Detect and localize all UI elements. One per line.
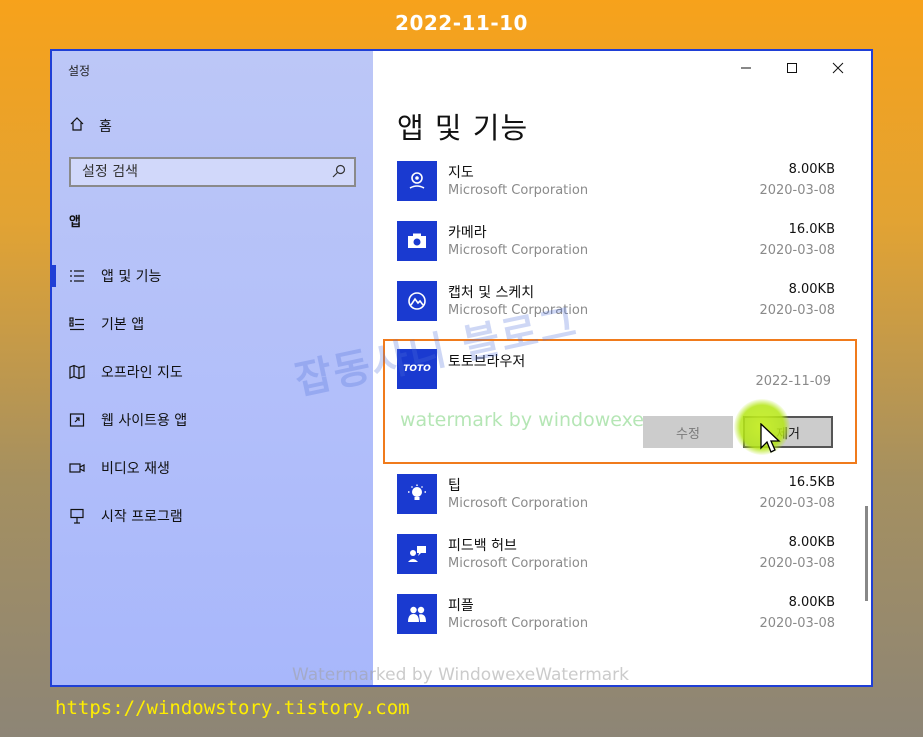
sidebar-item-video-playback[interactable]: 비디오 재생 [52, 444, 373, 492]
app-action-buttons: 수정 제거 [643, 416, 833, 448]
window-title: 설정 [68, 64, 91, 78]
close-icon [832, 62, 844, 74]
app-item-snip-sketch[interactable]: 캡처 및 스케치 Microsoft Corporation 8.00KB 20… [373, 275, 871, 335]
page-title: 앱 및 기능 [397, 111, 529, 145]
nav-home[interactable]: 홈 [69, 116, 112, 136]
mouse-pointer-icon [760, 423, 781, 453]
app-size: 16.0KB [788, 222, 835, 237]
app-date: 2020-03-08 [759, 496, 835, 511]
app-publisher: Microsoft Corporation [448, 496, 589, 511]
home-icon [69, 116, 85, 136]
search-icon[interactable] [332, 163, 346, 182]
camera-app-icon [397, 221, 437, 261]
app-size: 8.00KB [788, 162, 835, 177]
app-publisher: Microsoft Corporation [448, 556, 589, 571]
map-icon [69, 364, 85, 380]
feedback-hub-app-icon [397, 534, 437, 574]
nav-list: 앱 및 기능 기본 앱 오프라인 지도 웹 사이트용 앱 비디오 재생 시작 프… [52, 252, 373, 540]
startup-icon [69, 508, 85, 524]
app-size: 8.00KB [788, 535, 835, 550]
minimize-icon [741, 67, 751, 69]
toto-icon-text: TOTO [403, 364, 431, 374]
modify-button[interactable]: 수정 [643, 416, 733, 448]
sidebar-item-default-apps[interactable]: 기본 앱 [52, 300, 373, 348]
settings-window: 설정 홈 앱 앱 및 기능 [50, 49, 873, 687]
app-item-tips[interactable]: 팁 Microsoft Corporation 16.5KB 2020-03-0… [373, 468, 871, 528]
app-name: 카메라 [448, 225, 487, 241]
sidebar: 설정 홈 앱 앱 및 기능 [52, 51, 373, 685]
sidebar-item-label: 기본 앱 [101, 317, 145, 333]
maximize-icon [787, 63, 797, 73]
sidebar-item-label: 웹 사이트용 앱 [101, 413, 188, 429]
main-pane: 앱 및 기능 지도 Microsoft Corporation 8.00KB 2… [373, 51, 871, 685]
banner-date: 2022-11-10 [395, 11, 528, 35]
app-date: 2022-11-09 [755, 374, 831, 389]
sidebar-item-website-apps[interactable]: 웹 사이트용 앱 [52, 396, 373, 444]
app-date: 2020-03-08 [759, 616, 835, 631]
banner-url: https://windowstory.tistory.com [55, 697, 410, 719]
search-box[interactable] [69, 157, 356, 187]
toto-app-icon: TOTO [397, 349, 437, 389]
search-input[interactable] [82, 164, 312, 180]
close-button[interactable] [815, 59, 861, 77]
app-item-maps[interactable]: 지도 Microsoft Corporation 8.00KB 2020-03-… [373, 155, 871, 215]
app-publisher: Microsoft Corporation [448, 616, 589, 631]
app-name: 지도 [448, 165, 474, 181]
app-name: 토토브라우저 [448, 354, 526, 370]
tips-app-icon [397, 474, 437, 514]
sidebar-item-label: 오프라인 지도 [101, 365, 183, 381]
sidebar-item-offline-maps[interactable]: 오프라인 지도 [52, 348, 373, 396]
app-item-people[interactable]: 피플 Microsoft Corporation 8.00KB 2020-03-… [373, 588, 871, 648]
app-item-camera[interactable]: 카메라 Microsoft Corporation 16.0KB 2020-03… [373, 215, 871, 275]
app-date: 2020-03-08 [759, 183, 835, 198]
video-icon [69, 460, 85, 476]
app-size: 16.5KB [788, 475, 835, 490]
scrollbar[interactable] [865, 506, 868, 601]
app-name: 피플 [448, 598, 474, 614]
app-list: 지도 Microsoft Corporation 8.00KB 2020-03-… [373, 155, 871, 648]
app-item-toto-browser[interactable]: TOTO 토토브라우저 2022-11-09 수정 제거 [383, 339, 857, 464]
app-date: 2020-03-08 [759, 556, 835, 571]
people-app-icon [397, 594, 437, 634]
window-controls [723, 59, 861, 77]
sidebar-item-apps-features[interactable]: 앱 및 기능 [52, 252, 373, 300]
sidebar-item-label: 비디오 재생 [101, 461, 170, 477]
app-date: 2020-03-08 [759, 303, 835, 318]
default-apps-icon [69, 316, 85, 332]
app-size: 8.00KB [788, 595, 835, 610]
sidebar-item-startup[interactable]: 시작 프로그램 [52, 492, 373, 540]
nav-home-label: 홈 [99, 119, 112, 135]
maximize-button[interactable] [769, 59, 815, 77]
snip-sketch-app-icon [397, 281, 437, 321]
section-label: 앱 [69, 215, 81, 230]
sidebar-item-label: 시작 프로그램 [101, 509, 183, 525]
app-name: 캡처 및 스케치 [448, 285, 535, 301]
uninstall-button[interactable]: 제거 [743, 416, 833, 448]
app-name: 피드백 허브 [448, 538, 517, 554]
app-item-feedback-hub[interactable]: 피드백 허브 Microsoft Corporation 8.00KB 2020… [373, 528, 871, 588]
website-app-icon [69, 412, 85, 428]
app-name: 팁 [448, 478, 461, 494]
list-icon [69, 268, 85, 284]
app-size: 8.00KB [788, 282, 835, 297]
app-publisher: Microsoft Corporation [448, 243, 589, 258]
maps-app-icon [397, 161, 437, 201]
app-date: 2020-03-08 [759, 243, 835, 258]
app-publisher: Microsoft Corporation [448, 183, 589, 198]
minimize-button[interactable] [723, 59, 769, 77]
app-publisher: Microsoft Corporation [448, 303, 589, 318]
sidebar-item-label: 앱 및 기능 [101, 269, 162, 285]
